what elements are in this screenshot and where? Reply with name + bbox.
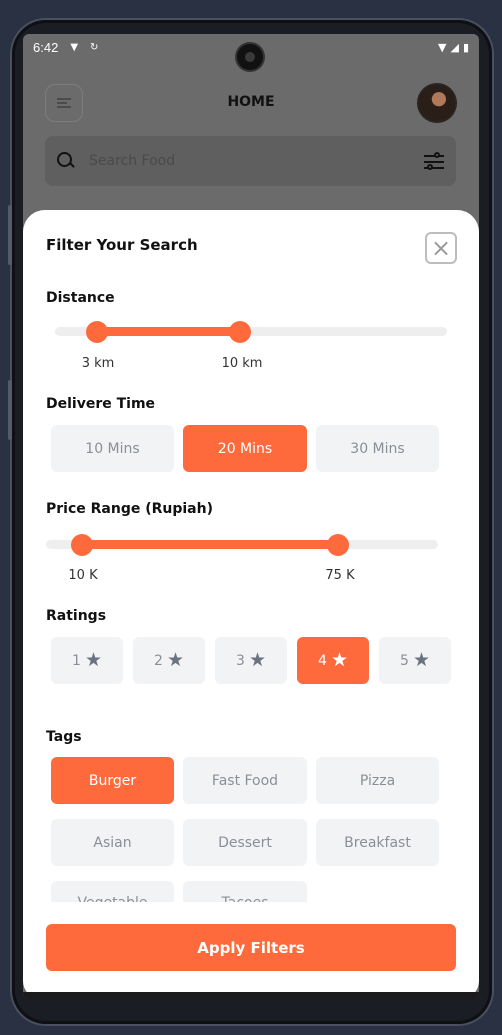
tag-breakfast[interactable]: Breakfast [316, 819, 439, 866]
rating-value: 4 [318, 652, 327, 669]
rating-value: 2 [154, 652, 163, 669]
status-time: 6:42 [33, 39, 59, 55]
location-icon: ▼ [70, 41, 79, 53]
tags-label: Tags [46, 729, 82, 745]
distance-min-value: 3 km [81, 356, 115, 371]
filter-sliders-icon[interactable] [424, 152, 444, 170]
apply-filters-button[interactable]: Apply Filters [46, 924, 456, 971]
price-range-label: Price Range (Rupiah) [46, 501, 213, 517]
distance-fill [96, 327, 241, 336]
tag-pizza[interactable]: Pizza [316, 757, 439, 804]
star-icon: ★ [330, 649, 348, 671]
delivery-option-20[interactable]: 20 Mins [183, 425, 307, 472]
search-bar[interactable] [45, 136, 456, 186]
price-max-value: 75 K [325, 568, 355, 583]
distance-min-handle[interactable] [86, 321, 108, 343]
tag-dessert[interactable]: Dessert [183, 819, 307, 866]
star-icon: ★ [248, 649, 266, 671]
price-fill [82, 540, 339, 549]
close-icon: × [430, 234, 452, 262]
phone-screen: 6:42 ▼ ↻ ▼ ◢ ▮ HOME Filter Your Search × [23, 34, 479, 999]
search-icon [57, 152, 75, 170]
ratings-label: Ratings [46, 608, 107, 624]
rating-option-5[interactable]: 5 ★ [379, 637, 451, 684]
rating-option-4[interactable]: 4 ★ [297, 637, 369, 684]
distance-max-value: 10 km [221, 356, 263, 371]
delivery-time-label: Delivere Time [46, 396, 156, 412]
price-min-handle[interactable] [71, 534, 93, 556]
filter-title: Filter Your Search [46, 236, 198, 254]
close-button[interactable]: × [425, 232, 457, 264]
front-camera [237, 44, 263, 70]
star-icon: ★ [166, 649, 184, 671]
filter-sheet: Filter Your Search × Distance 3 km 10 km… [23, 210, 479, 999]
rating-value: 3 [236, 652, 245, 669]
rating-value: 5 [400, 652, 409, 669]
volume-button [8, 380, 12, 440]
price-min-value: 10 K [68, 568, 98, 583]
delivery-option-10[interactable]: 10 Mins [51, 425, 174, 472]
distance-max-handle[interactable] [229, 321, 251, 343]
avatar[interactable] [418, 84, 456, 122]
signal-icon: ◢ [450, 40, 459, 54]
tag-vegetable[interactable]: Vegetable [51, 881, 174, 902]
tag-burger[interactable]: Burger [51, 757, 174, 804]
rating-option-1[interactable]: 1 ★ [51, 637, 123, 684]
power-button [8, 205, 12, 265]
rating-option-3[interactable]: 3 ★ [215, 637, 287, 684]
rating-option-2[interactable]: 2 ★ [133, 637, 205, 684]
tags-list: Burger Fast Food Pizza Asian Dessert Bre… [23, 756, 479, 902]
tag-asian[interactable]: Asian [51, 819, 174, 866]
tag-fast-food[interactable]: Fast Food [183, 757, 307, 804]
battery-icon: ▮ [462, 40, 469, 54]
price-max-handle[interactable] [327, 534, 349, 556]
delivery-option-30[interactable]: 30 Mins [316, 425, 439, 472]
home-header: HOME [23, 82, 479, 126]
wifi-icon: ▼ [438, 40, 447, 54]
star-icon: ★ [412, 649, 430, 671]
system-nav-bar [23, 992, 479, 999]
rating-value: 1 [72, 652, 81, 669]
tag-tacoes[interactable]: Tacoes [183, 881, 307, 902]
page-title: HOME [227, 94, 275, 110]
star-icon: ★ [84, 649, 102, 671]
search-input[interactable] [89, 153, 424, 169]
sync-icon: ↻ [90, 41, 99, 53]
distance-label: Distance [46, 290, 115, 306]
